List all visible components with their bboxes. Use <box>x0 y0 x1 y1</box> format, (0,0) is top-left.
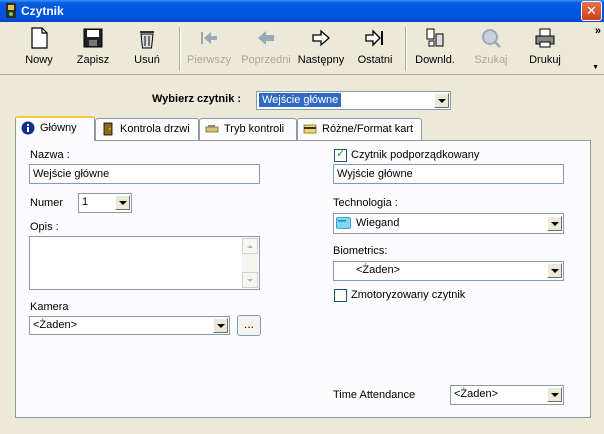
search-button-label: Szukaj <box>474 54 508 66</box>
biometrics-value: <Żaden> <box>356 264 401 276</box>
print-button-label: Drukuj <box>529 54 561 66</box>
number-value: 1 <box>82 196 89 208</box>
biometrics-dropdown[interactable]: <Żaden> <box>333 261 564 281</box>
description-scrollbar[interactable] <box>242 238 258 288</box>
name-field-value: Wejście główne <box>33 168 110 180</box>
card-format-icon <box>303 124 317 134</box>
door-icon <box>103 122 113 136</box>
search-button[interactable]: Szukaj <box>470 26 512 72</box>
tab-card-format-label: Różne/Format kart <box>322 123 414 135</box>
toolbar: Nowy Zapisz Usuń Pierwszy Poprzedni Nast… <box>0 22 604 75</box>
chevron-down-icon[interactable] <box>547 216 562 231</box>
previous-button-label: Poprzedni <box>241 54 291 66</box>
subordinate-reader-field[interactable]: Wyjście główne <box>333 164 564 184</box>
motorized-reader-label: Zmotoryzowany czytnik <box>351 289 466 301</box>
number-label: Numer <box>30 197 64 209</box>
previous-record-icon <box>258 31 274 45</box>
description-label: Opis : <box>30 221 59 233</box>
toolbar-overflow-chevron[interactable]: » <box>595 25 601 37</box>
technology-dropdown[interactable]: Wiegand <box>333 213 564 234</box>
scroll-up-icon[interactable] <box>242 238 258 254</box>
tab-door-control-label: Kontrola drzwi <box>120 123 190 135</box>
reader-selector-dropdown[interactable]: Wejście główne <box>256 91 451 110</box>
window-title: Czytnik <box>21 4 64 18</box>
toolbar-scroll-down-icon[interactable]: ▼ <box>592 64 599 71</box>
last-button[interactable]: Ostatni <box>354 26 396 72</box>
next-record-icon <box>312 29 330 47</box>
number-dropdown[interactable]: 1 <box>78 193 132 213</box>
first-button[interactable]: Pierwszy <box>186 26 232 72</box>
printer-icon <box>535 28 555 48</box>
app-icon <box>6 3 16 18</box>
tab-control-mode[interactable]: Tryb kontroli <box>199 118 297 140</box>
save-button[interactable]: Zapisz <box>72 26 114 72</box>
reader-selector-value: Wejście główne <box>259 93 342 107</box>
trash-bin-icon <box>140 31 154 49</box>
save-disk-icon <box>83 28 103 48</box>
wiegand-card-icon <box>336 217 351 229</box>
tab-general[interactable]: Główny <box>15 116 95 141</box>
technology-label: Technologia : <box>333 197 398 209</box>
previous-button[interactable]: Poprzedni <box>240 26 292 72</box>
chevron-down-icon[interactable] <box>434 93 449 108</box>
camera-browse-button[interactable]: ... <box>237 315 261 336</box>
time-attendance-dropdown[interactable]: <Żaden> <box>450 385 564 405</box>
new-button-label: Nowy <box>25 54 53 66</box>
reader-selector-label: Wybierz czytnik : <box>152 93 242 105</box>
new-document-icon <box>31 27 48 49</box>
time-attendance-label: Time Attendance <box>333 389 416 401</box>
toolbar-separator <box>405 27 407 71</box>
chevron-down-icon[interactable] <box>547 263 562 278</box>
name-label: Nazwa : <box>30 149 70 161</box>
last-record-icon <box>365 29 383 47</box>
delete-button-label: Usuń <box>134 54 160 66</box>
camera-label: Kamera <box>30 301 69 313</box>
subordinate-reader-value: Wyjście główne <box>337 168 413 180</box>
next-button[interactable]: Następny <box>296 26 346 72</box>
download-icon <box>426 28 444 47</box>
tab-door-control[interactable]: Kontrola drzwi <box>95 118 199 140</box>
first-button-label: Pierwszy <box>186 54 231 66</box>
delete-button[interactable]: Usuń <box>126 26 168 72</box>
card-swipe-icon <box>205 125 219 133</box>
save-button-label: Zapisz <box>76 54 110 66</box>
subordinate-reader-label: Czytnik podporządkowany <box>351 149 480 161</box>
time-attendance-value: <Żaden> <box>454 388 499 400</box>
last-button-label: Ostatni <box>357 54 393 66</box>
next-button-label: Następny <box>297 54 345 66</box>
download-button-label: Downld. <box>415 54 455 66</box>
name-field[interactable]: Wejście główne <box>29 164 260 184</box>
camera-dropdown[interactable]: <Żaden> <box>29 316 230 335</box>
new-button[interactable]: Nowy <box>18 26 60 72</box>
download-button[interactable]: Downld. <box>412 26 458 72</box>
tab-card-format[interactable]: Różne/Format kart <box>297 118 422 140</box>
title-bar: Czytnik ✕ <box>0 0 604 22</box>
chevron-down-icon[interactable] <box>547 387 562 402</box>
motorized-reader-checkbox[interactable] <box>334 289 347 302</box>
close-button[interactable]: ✕ <box>581 1 602 21</box>
search-icon <box>482 29 501 48</box>
tab-control-mode-label: Tryb kontroli <box>224 123 285 135</box>
print-button[interactable]: Drukuj <box>524 26 566 72</box>
tab-general-label: Główny <box>40 122 77 134</box>
toolbar-separator <box>179 27 181 71</box>
subordinate-reader-checkbox[interactable] <box>334 147 347 162</box>
first-record-icon <box>201 32 217 44</box>
chevron-down-icon[interactable] <box>115 195 130 210</box>
technology-value: Wiegand <box>356 217 400 229</box>
biometrics-label: Biometrics: <box>333 245 388 257</box>
chevron-down-icon[interactable] <box>213 318 228 333</box>
camera-value: <Żaden> <box>33 319 78 331</box>
description-textarea[interactable] <box>29 236 260 290</box>
info-icon <box>21 121 35 135</box>
scroll-down-icon[interactable] <box>242 272 258 288</box>
